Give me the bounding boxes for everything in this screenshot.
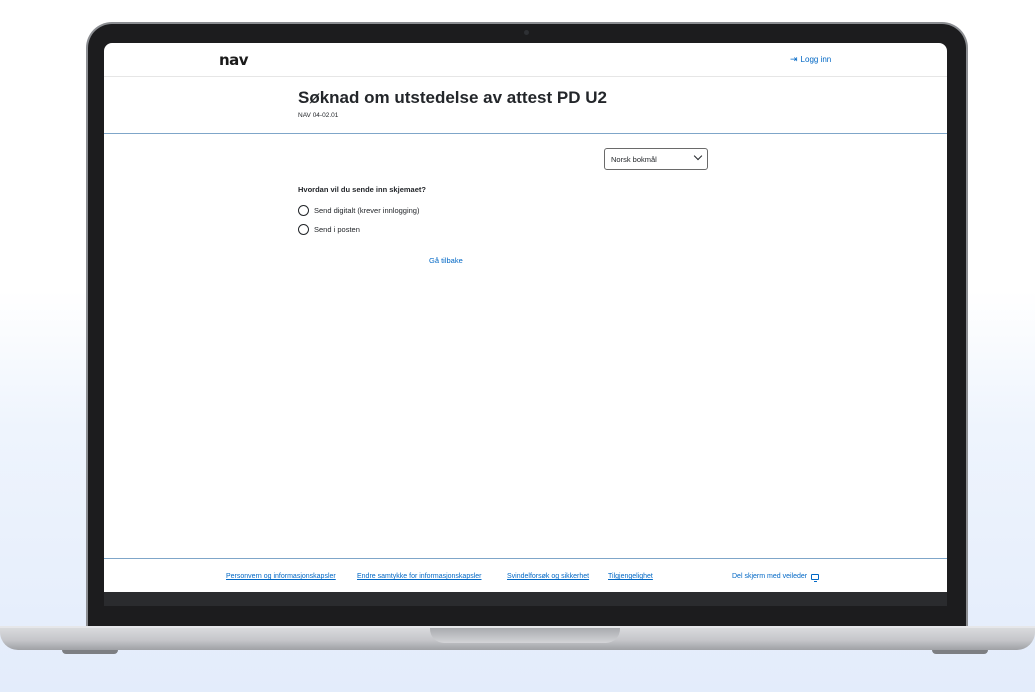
form-number: NAV 04-02.01	[298, 112, 339, 119]
browser-screen: nav ⇥ Logg inn Søknad om utstedelse av a…	[104, 43, 947, 592]
radio-label: Send digitalt (krever innlogging)	[314, 206, 420, 215]
radio-send-by-post[interactable]: Send i posten	[298, 224, 360, 235]
laptop-foot-right	[932, 650, 988, 654]
laptop-foot-left	[62, 650, 118, 654]
chevron-down-icon	[693, 151, 703, 161]
screen-bezel	[104, 592, 947, 606]
radio-button[interactable]	[298, 224, 309, 235]
share-screen-label: Del skjerm med veileder	[732, 573, 808, 580]
go-back-link[interactable]: Gå tilbake	[429, 256, 463, 265]
footer-link-fraud-security[interactable]: Svindelforsøk og sikkerhet	[507, 573, 589, 580]
camera	[524, 30, 529, 35]
footer-link-cookie-consent[interactable]: Endre samtykke for informasjonskapsler	[357, 573, 482, 580]
language-select[interactable]: Norsk bokmål	[604, 148, 708, 170]
laptop-opening-notch	[430, 628, 620, 643]
title-section: Søknad om utstedelse av attest PD U2 NAV…	[104, 78, 947, 134]
site-header: nav ⇥ Logg inn	[104, 43, 947, 77]
submission-method-question: Hvordan vil du sende inn skjemaet?	[298, 185, 426, 194]
site-footer: Personvern og informasjonskapsler Endre …	[104, 558, 947, 592]
language-selected-value: Norsk bokmål	[611, 155, 657, 164]
radio-button[interactable]	[298, 205, 309, 216]
share-screen-button[interactable]: Del skjerm med veileder	[732, 573, 820, 582]
footer-link-accessibility[interactable]: Tilgjengelighet	[608, 573, 653, 580]
footer-link-privacy[interactable]: Personvern og informasjonskapsler	[226, 573, 336, 580]
radio-send-digital[interactable]: Send digitalt (krever innlogging)	[298, 205, 419, 216]
nav-logo[interactable]: nav	[219, 51, 249, 69]
page-title: Søknad om utstedelse av attest PD U2	[298, 88, 607, 107]
login-button[interactable]: ⇥ Logg inn	[790, 54, 831, 65]
login-icon: ⇥	[790, 54, 798, 64]
radio-label: Send i posten	[314, 225, 360, 234]
login-label: Logg inn	[800, 55, 832, 64]
monitor-icon	[811, 573, 820, 582]
